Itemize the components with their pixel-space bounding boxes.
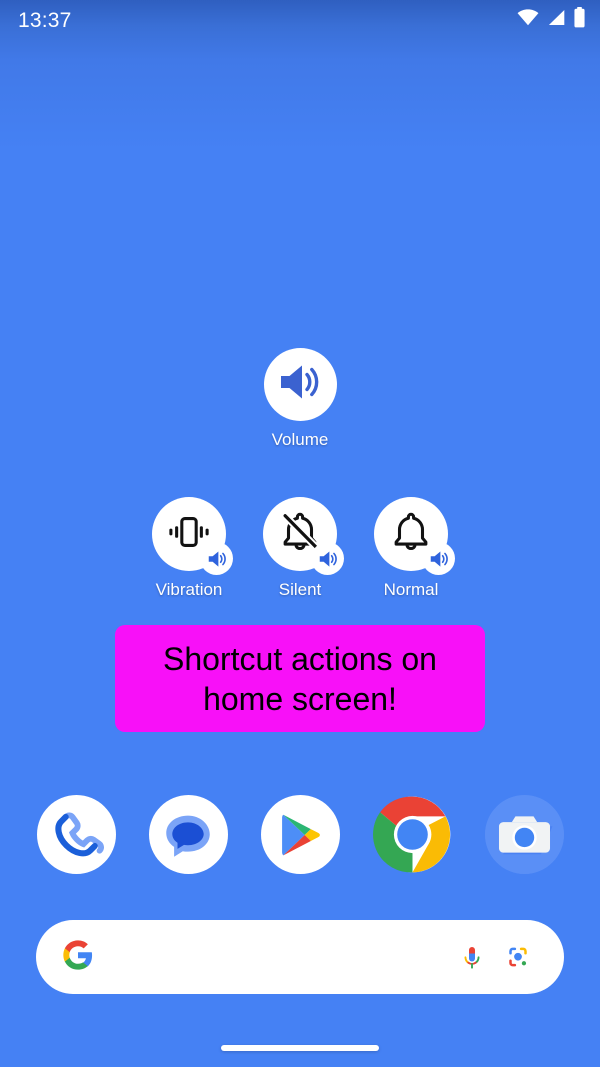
phone-app-icon[interactable] xyxy=(36,795,116,874)
chrome-app-icon[interactable] xyxy=(372,795,452,874)
google-lens-icon[interactable] xyxy=(498,937,538,977)
play-store-app-icon[interactable] xyxy=(260,795,340,874)
volume-up-badge-icon xyxy=(311,542,344,575)
vibration-icon-circle[interactable] xyxy=(152,497,233,575)
status-bar-clock: 13:37 xyxy=(18,8,72,32)
google-g-icon xyxy=(62,939,94,976)
status-bar-icons xyxy=(517,7,586,33)
normal-icon-circle[interactable] xyxy=(374,497,455,575)
shortcut-silent[interactable]: Silent xyxy=(263,497,344,600)
status-bar: 13:37 xyxy=(0,0,600,40)
shortcut-normal[interactable]: Normal xyxy=(374,497,455,600)
messages-app-icon[interactable] xyxy=(148,795,228,874)
wifi-icon xyxy=(517,9,539,31)
shortcut-normal-label: Normal xyxy=(383,580,439,599)
shortcut-vibration-label: Vibration xyxy=(155,580,223,599)
volume-icon-circle[interactable] xyxy=(263,348,337,421)
volume-up-badge-icon xyxy=(200,542,233,575)
search-input[interactable] xyxy=(94,920,446,994)
shortcut-silent-label: Silent xyxy=(278,580,322,599)
shortcut-vibration[interactable]: Vibration xyxy=(152,497,233,600)
google-search-bar[interactable] xyxy=(36,920,564,994)
microphone-icon[interactable] xyxy=(452,937,492,977)
volume-shortcut[interactable]: Volume xyxy=(0,348,600,450)
silent-icon-circle[interactable] xyxy=(263,497,344,575)
volume-shortcut-label: Volume xyxy=(271,430,329,449)
sound-mode-shortcut-row: Vibration Silent Normal xyxy=(0,497,600,600)
cellular-signal-icon xyxy=(546,9,566,31)
promo-banner: Shortcut actions on home screen! xyxy=(115,625,485,732)
home-gesture-bar[interactable] xyxy=(221,1045,379,1051)
battery-icon xyxy=(573,7,586,33)
home-screen: 13:37 Volume Vibration Silent Normal Sho… xyxy=(0,0,600,1067)
volume-up-badge-icon xyxy=(422,542,455,575)
camera-app-icon[interactable] xyxy=(484,795,564,874)
app-dock xyxy=(0,795,600,874)
volume-up-icon xyxy=(276,358,324,411)
